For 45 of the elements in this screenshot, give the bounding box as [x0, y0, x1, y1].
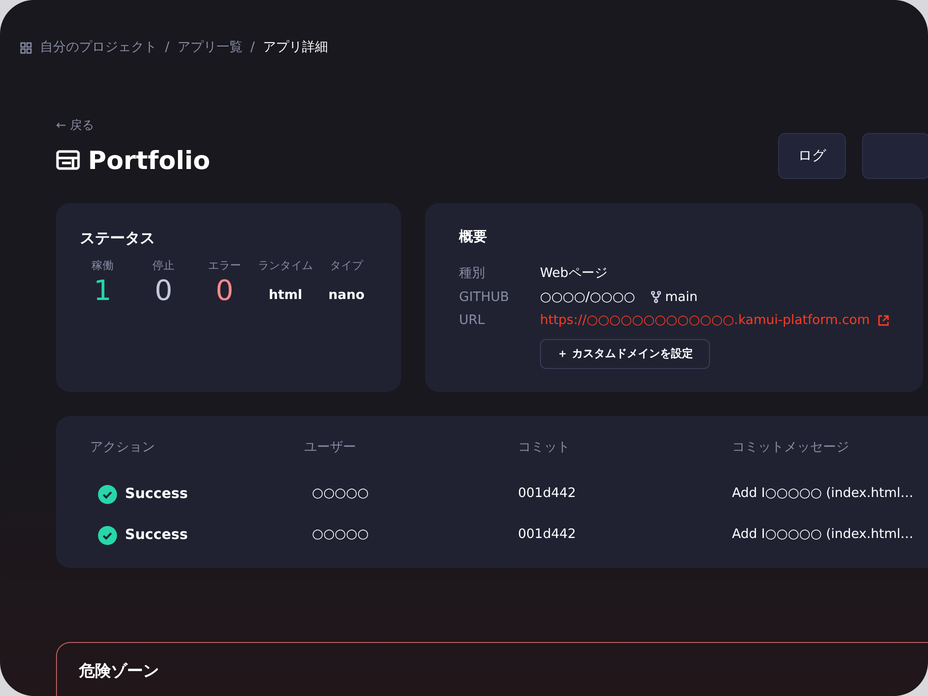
stat-label: 稼働 [90, 258, 114, 274]
stat-value: nano [327, 287, 366, 305]
url-link[interactable]: https://○○○○○○○○○○○○○.kamui-platform.com [540, 311, 870, 330]
stat-value: 0 [214, 274, 234, 308]
stat-label: エラー [207, 258, 242, 274]
table-cell-text: ○○○○○ [311, 526, 370, 544]
stat-label: 停止 [152, 258, 176, 274]
stat-value: 0 [154, 274, 174, 308]
stat-value: 1 [92, 274, 112, 308]
table-cell-text: ○○○○○ [311, 485, 370, 504]
window-icon [56, 150, 80, 170]
card-title: 概要 [459, 228, 488, 247]
column-header: アクション [90, 439, 156, 457]
card-title: ステータス [80, 228, 156, 249]
table-cell-text: Add I○○○○○ (index.html… [732, 485, 914, 504]
header-button[interactable]: ログ [778, 133, 846, 179]
field-label: GITHUB [459, 288, 510, 306]
deployment-status: Success [125, 484, 188, 504]
column-header: コミット [518, 439, 571, 457]
stat-label: タイプ [329, 258, 364, 274]
branch-name: main [665, 288, 698, 306]
column-header: コミットメッセージ [732, 439, 849, 457]
field-label: URL [459, 312, 486, 330]
app-title: Portfolio [88, 144, 210, 176]
table-cell-text: 001d442 [518, 485, 577, 504]
table-cell-text: 001d442 [518, 526, 577, 544]
breadcrumb-item[interactable]: 自分のプロジェクト [40, 38, 157, 58]
external-link-icon[interactable] [878, 315, 889, 326]
field-value: ○○○○/○○○○ [540, 288, 636, 306]
field-value: Webページ [540, 265, 608, 283]
breadcrumb-item: アプリ詳細 [262, 39, 328, 57]
section-title: 危険ゾーン [79, 660, 160, 682]
stat-label: ランタイム [257, 258, 314, 274]
grid-icon [20, 42, 32, 54]
add-domain-button[interactable]: ＋ カスタムドメインを設定 [540, 338, 710, 369]
breadcrumb-separator: / [165, 39, 170, 57]
table-cell-text: Add I○○○○○ (index.html… [732, 526, 914, 544]
branch-icon [651, 291, 662, 304]
back-link[interactable]: ← 戻る [56, 116, 210, 134]
stat-value: html [268, 287, 304, 305]
deployment-status: Success [125, 526, 188, 544]
field-label: 種別 [459, 265, 486, 283]
column-header: ユーザー [304, 439, 357, 457]
breadcrumb-item[interactable]: アプリ一覧 [177, 38, 242, 58]
breadcrumb-separator: / [250, 39, 255, 57]
